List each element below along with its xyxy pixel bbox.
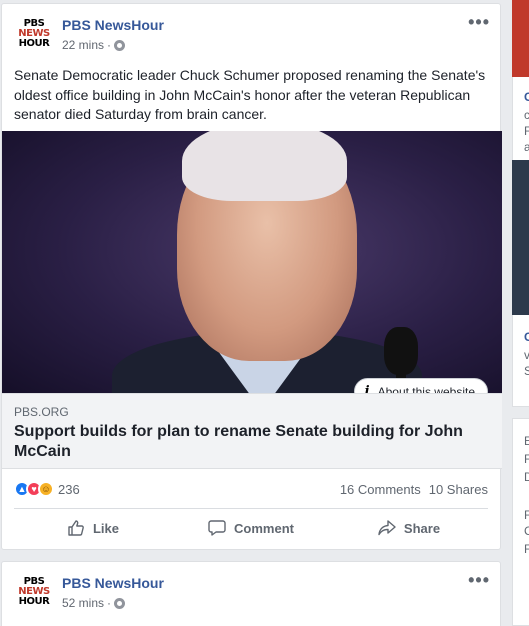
right-column-text: F bbox=[524, 542, 529, 556]
logo-text-line-3: HOUR bbox=[18, 38, 50, 49]
haha-reaction-icon: ☺ bbox=[38, 481, 54, 497]
right-column-text: c bbox=[524, 108, 529, 122]
right-column-text: v bbox=[524, 348, 529, 362]
feed-post: PBS NEWS HOUR PBS NewsHour 22 mins · •••… bbox=[1, 3, 502, 550]
link-preview[interactable]: PBS.ORG Support builds for plan to renam… bbox=[2, 393, 502, 469]
link-headline[interactable]: Support builds for plan to rename Senate… bbox=[14, 422, 484, 462]
post-timestamp[interactable]: 52 mins bbox=[62, 596, 104, 610]
reaction-count: 236 bbox=[58, 481, 80, 497]
right-column-text: E bbox=[524, 434, 529, 448]
right-column-text: a bbox=[524, 140, 529, 154]
globe-icon[interactable] bbox=[114, 597, 126, 609]
page-name-link[interactable]: PBS NewsHour bbox=[62, 575, 164, 591]
feed-post: PBS NEWS HOUR PBS NewsHour 52 mins · ••• bbox=[1, 561, 501, 626]
more-options-icon[interactable]: ••• bbox=[468, 570, 490, 591]
reaction-summary[interactable]: ▲ ♥ ☺ 236 bbox=[14, 481, 80, 497]
post-meta: 52 mins · bbox=[62, 596, 126, 610]
page-name-link[interactable]: PBS NewsHour bbox=[62, 17, 164, 33]
page-avatar[interactable]: PBS NEWS HOUR bbox=[14, 19, 54, 59]
shares-count-link[interactable]: 10 Shares bbox=[429, 482, 488, 497]
page-avatar[interactable]: PBS NEWS HOUR bbox=[14, 577, 54, 617]
divider bbox=[14, 508, 488, 509]
link-image[interactable] bbox=[2, 131, 502, 393]
right-column-text: C bbox=[524, 524, 529, 538]
right-column-text: F bbox=[524, 508, 529, 522]
share-button[interactable]: Share bbox=[330, 510, 488, 546]
engagement-counts: 16 Comments 10 Shares bbox=[340, 482, 488, 497]
post-timestamp[interactable]: 22 mins bbox=[62, 38, 104, 52]
separator: · bbox=[107, 596, 112, 610]
share-icon bbox=[378, 520, 396, 536]
right-column-text[interactable]: C bbox=[524, 90, 529, 104]
photo-hair bbox=[182, 131, 347, 201]
post-text: Senate Democratic leader Chuck Schumer p… bbox=[14, 67, 486, 122]
like-label: Like bbox=[92, 520, 119, 536]
post-action-bar: Like Comment Share bbox=[14, 510, 488, 546]
right-column-thumbnail[interactable] bbox=[512, 0, 529, 77]
share-label: Share bbox=[403, 520, 441, 536]
thumbs-up-icon bbox=[68, 520, 84, 536]
comment-button[interactable]: Comment bbox=[172, 510, 330, 546]
logo-text-line-3: HOUR bbox=[18, 596, 50, 607]
comment-icon bbox=[208, 520, 226, 536]
right-column-text: F bbox=[524, 124, 529, 138]
right-column-card bbox=[512, 418, 529, 626]
right-column-text: D bbox=[524, 470, 529, 484]
separator: · bbox=[107, 38, 112, 52]
right-column-text: F bbox=[524, 452, 529, 466]
comments-count-link[interactable]: 16 Comments bbox=[340, 482, 421, 497]
link-domain: PBS.ORG bbox=[14, 405, 69, 419]
comment-label: Comment bbox=[234, 520, 294, 536]
right-column-thumbnail[interactable] bbox=[512, 160, 529, 315]
more-options-icon[interactable]: ••• bbox=[468, 12, 490, 33]
like-button[interactable]: Like bbox=[14, 510, 172, 546]
right-column-text[interactable]: C bbox=[524, 330, 529, 344]
right-column-text: S bbox=[524, 364, 529, 378]
post-meta: 22 mins · bbox=[62, 38, 126, 52]
globe-icon[interactable] bbox=[114, 39, 126, 51]
